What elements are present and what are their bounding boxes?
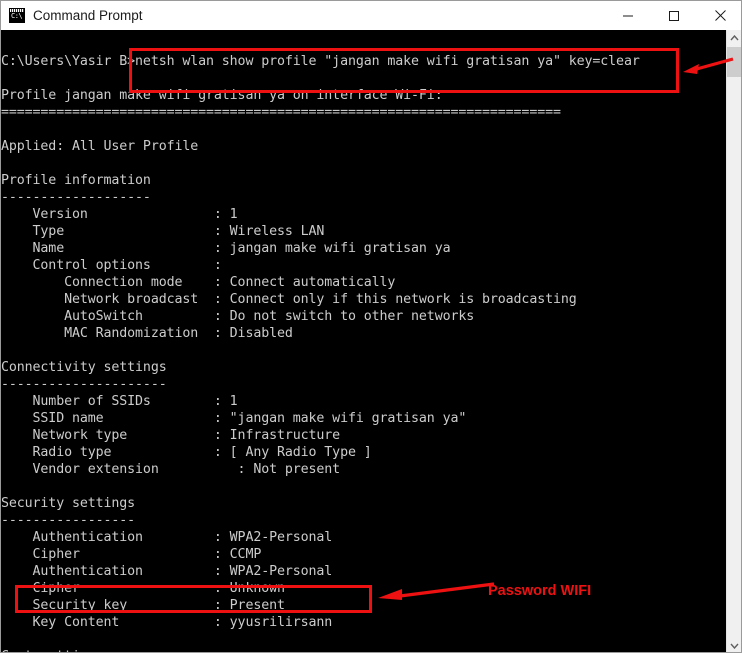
terminal-lines: C:\Users\Yasir B>netsh wlan show profile… — [1, 30, 640, 652]
terminal-line: ========================================… — [1, 105, 561, 120]
chevron-down-icon — [730, 643, 739, 649]
terminal-line: --------------------- — [1, 377, 167, 392]
chevron-up-icon — [730, 35, 739, 41]
terminal-line: Connection mode : Connect automatically — [1, 275, 396, 290]
icon-prompt-glyph: C:\ — [11, 12, 23, 20]
close-icon — [714, 10, 726, 21]
terminal-line: Name : jangan make wifi gratisan ya — [1, 241, 451, 256]
terminal-line: Network broadcast : Connect only if this… — [1, 292, 577, 307]
close-button[interactable] — [697, 1, 741, 30]
minimize-icon — [623, 15, 633, 16]
maximize-icon — [669, 10, 679, 21]
terminal-line: Authentication : WPA2-Personal — [1, 564, 333, 579]
terminal-line: Network type : Infrastructure — [1, 428, 341, 443]
scroll-up-arrow[interactable] — [727, 30, 741, 46]
terminal-line: Applied: All User Profile — [1, 139, 199, 154]
terminal-line: Cipher : CCMP — [1, 547, 262, 562]
terminal-line: Number of SSIDs : 1 — [1, 394, 238, 409]
command-prompt-window: C:\ Command Prompt C:\Users\Yasir B>nets… — [0, 0, 742, 653]
terminal-line: Type : Wireless LAN — [1, 224, 325, 239]
scroll-down-arrow[interactable] — [727, 638, 741, 652]
password-wifi-label: Password WIFI — [488, 583, 592, 599]
terminal-line: Security settings — [1, 496, 136, 511]
maximize-button[interactable] — [651, 1, 697, 30]
terminal-line: Profile information — [1, 173, 151, 188]
command-prompt-icon[interactable]: C:\ — [9, 8, 25, 23]
window-controls — [605, 1, 741, 30]
terminal-line: Connectivity settings — [1, 360, 167, 375]
terminal-line: AutoSwitch : Do not switch to other netw… — [1, 309, 475, 324]
terminal-line: Vendor extension : Not present — [1, 462, 341, 477]
terminal-line: Profile jangan make wifi gratisan ya on … — [1, 88, 443, 103]
terminal-line: ----------------- — [1, 513, 136, 528]
terminal-line: Key Content : yyusrilirsann — [1, 615, 333, 630]
terminal-line: MAC Randomization : Disabled — [1, 326, 293, 341]
vertical-scrollbar[interactable] — [726, 30, 741, 652]
terminal-line: Cost settings — [1, 648, 640, 652]
terminal-line: Authentication : WPA2-Personal — [1, 530, 333, 545]
terminal-line: Version : 1 — [1, 207, 238, 222]
terminal-line: Security key : Present — [1, 598, 285, 613]
titlebar[interactable]: C:\ Command Prompt — [1, 1, 741, 30]
minimize-button[interactable] — [605, 1, 651, 30]
scroll-thumb[interactable] — [727, 47, 741, 77]
terminal-line: SSID name : "jangan make wifi gratisan y… — [1, 411, 467, 426]
terminal-line: Control options : — [1, 258, 222, 273]
terminal-output[interactable]: C:\Users\Yasir B>netsh wlan show profile… — [1, 30, 728, 652]
terminal-line: Radio type : [ Any Radio Type ] — [1, 445, 372, 460]
terminal-line: C:\Users\Yasir B>netsh wlan show profile… — [1, 54, 640, 69]
window-title: Command Prompt — [33, 8, 143, 23]
terminal-line: ------------------- — [1, 190, 151, 205]
